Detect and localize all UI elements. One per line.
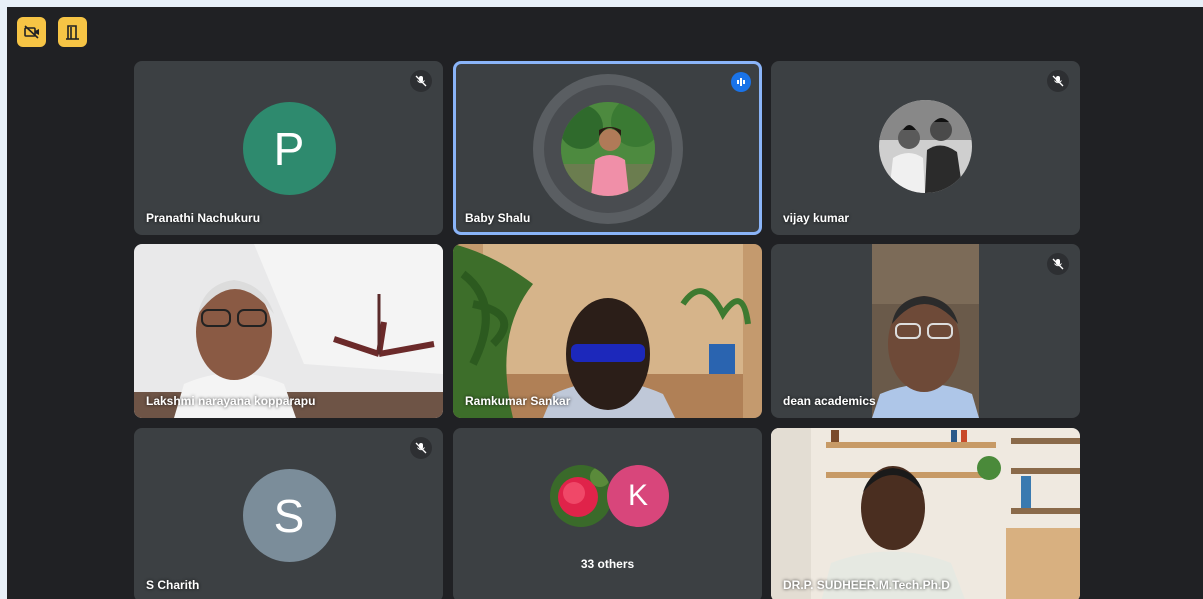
participant-name: Ramkumar Sankar — [465, 394, 571, 408]
participant-name: DR.P. SUDHEER.M.Tech.Ph.D — [783, 578, 950, 592]
others-count: 33 others — [580, 557, 635, 571]
others-tile[interactable]: K 33 others — [453, 428, 762, 599]
participant-name: Baby Shalu — [465, 211, 531, 225]
participant-name: S Charith — [146, 578, 200, 592]
participant-name: Lakshmi narayana kopparapu — [146, 394, 316, 408]
video-feed — [771, 428, 1080, 599]
mic-off-icon — [1047, 253, 1069, 275]
participant-tile[interactable]: DR.P. SUDHEER.M.Tech.Ph.D — [771, 428, 1080, 599]
participant-tile[interactable]: P Pranathi Nachukuru — [134, 61, 443, 235]
mic-off-icon — [410, 70, 432, 92]
avatar: P — [242, 102, 336, 195]
participant-tile[interactable]: Ramkumar Sankar — [453, 244, 762, 418]
participant-name: vijay kumar — [783, 211, 850, 225]
avatar — [879, 100, 972, 193]
avatar: K — [607, 465, 669, 527]
video-feed — [453, 244, 762, 418]
participant-tile[interactable]: S S Charith — [134, 428, 443, 599]
participant-tile[interactable]: vijay kumar — [771, 61, 1080, 235]
video-feed — [872, 244, 979, 418]
mic-off-icon — [1047, 70, 1069, 92]
mic-off-icon — [410, 437, 432, 459]
participant-tile[interactable]: Baby Shalu — [453, 61, 762, 235]
camera-toggle-button[interactable] — [17, 17, 46, 47]
leave-door-icon — [65, 25, 79, 40]
leave-button[interactable] — [58, 17, 87, 47]
participant-name: dean academics — [783, 394, 876, 408]
avatar: S — [242, 469, 336, 562]
speaking-indicator-icon — [731, 72, 751, 92]
participant-name: Pranathi Nachukuru — [146, 211, 261, 225]
camera-off-icon — [23, 25, 39, 39]
participant-tile[interactable]: Lakshmi narayana kopparapu — [134, 244, 443, 418]
participant-tile[interactable]: dean academics — [771, 244, 1080, 418]
avatar — [561, 102, 655, 196]
video-feed — [134, 244, 443, 418]
avatar — [550, 465, 612, 527]
meeting-grid: P Pranathi Nachukuru Baby Shalu vijay ku… — [7, 7, 1203, 599]
